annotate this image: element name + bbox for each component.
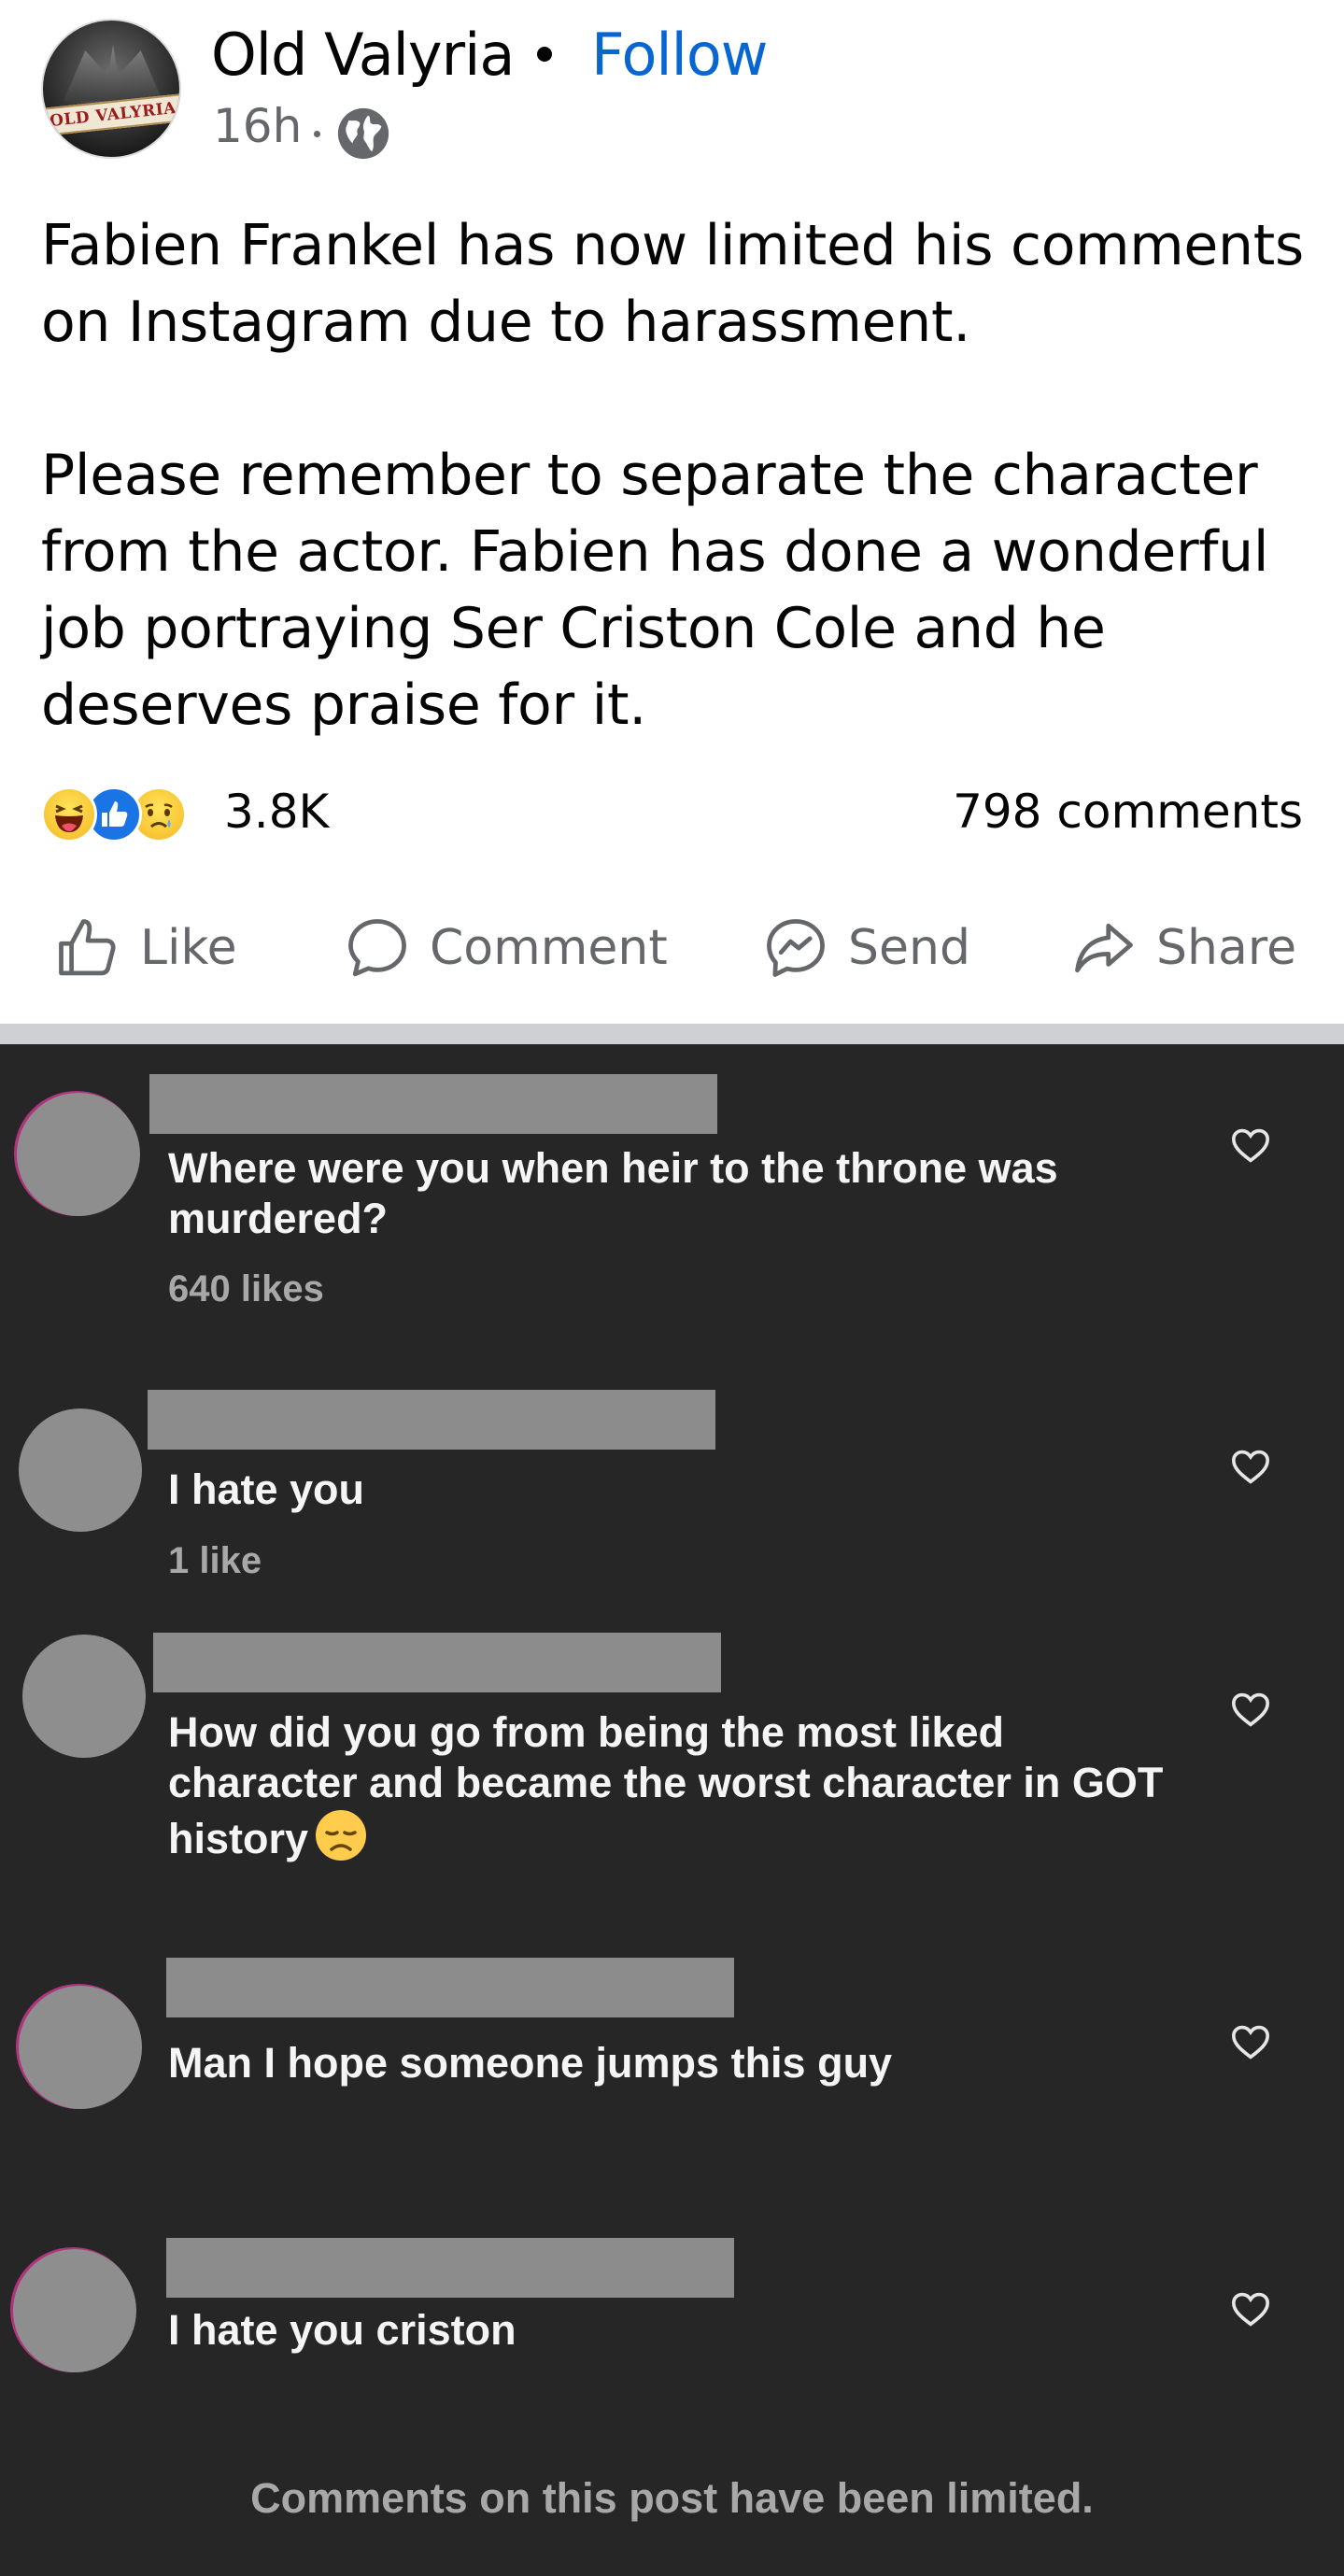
facebook-post: OLD VALYRIA Old Valyria Follow 16h Fabie… (0, 0, 1344, 1024)
follow-button[interactable]: Follow (591, 21, 768, 89)
share-label: Share (1156, 920, 1297, 976)
share-arrow-icon (1075, 923, 1133, 973)
instagram-comments-screenshot: Where were you when heir to the throne w… (0, 1044, 1344, 2576)
comment-text: I hate you criston (168, 2306, 516, 2354)
post-timestamp[interactable]: 16h (213, 99, 302, 153)
redacted-username (148, 1390, 715, 1450)
commenter-avatar[interactable] (19, 1408, 142, 1532)
comment-likes[interactable]: 640 likes (168, 1268, 324, 1310)
comment-bubble-icon (348, 919, 406, 977)
reaction-count[interactable]: 3.8K (224, 785, 329, 839)
page-name[interactable]: Old Valyria (211, 21, 515, 89)
heart-icon[interactable] (1230, 1126, 1271, 1164)
share-button[interactable]: Share (1068, 906, 1296, 990)
redacted-username (166, 1958, 734, 2017)
globe-icon (337, 107, 389, 160)
thumbs-up-icon (59, 919, 116, 976)
commenter-avatar[interactable] (19, 1986, 142, 2109)
comment-text: How did you go from being the most liked… (168, 1707, 1177, 1864)
avatar-logo-text: OLD VALYRIA (43, 93, 179, 136)
heart-icon[interactable] (1230, 2290, 1271, 2328)
send-button[interactable]: Send (760, 906, 970, 990)
timestamp-dot (314, 131, 320, 137)
like-button[interactable]: Like (52, 906, 237, 990)
redacted-username (166, 2238, 734, 2298)
comment-text: I hate you (168, 1465, 365, 1513)
comment-likes[interactable]: 1 like (168, 1540, 262, 1582)
post-action-bar: Like Comment Send Share (0, 906, 1344, 990)
redacted-username (149, 1074, 717, 1134)
comment-text: Man I hope someone jumps this guy (168, 2039, 893, 2087)
comment-label: Comment (430, 920, 668, 976)
post-body-text: Fabien Frankel has now limited his comme… (41, 213, 1304, 738)
messenger-icon (767, 919, 825, 977)
haha-reaction-icon (41, 786, 97, 842)
redacted-username (153, 1633, 721, 1692)
separator-dot (537, 47, 552, 62)
page-avatar[interactable]: OLD VALYRIA (41, 19, 181, 159)
like-label: Like (140, 920, 237, 976)
comment-text: Where were you when heir to the throne w… (168, 1144, 1058, 1242)
comments-limited-notice: Comments on this post have been limited. (250, 2474, 1094, 2522)
comment-count[interactable]: 798 comments (953, 785, 1303, 839)
heart-icon[interactable] (1230, 1691, 1271, 1728)
disappointed-face-emoji-icon (316, 1810, 367, 1861)
commenter-avatar[interactable] (17, 1093, 140, 1216)
heart-icon[interactable] (1230, 2023, 1271, 2060)
dragon-emblem-icon (64, 45, 163, 101)
comment-button[interactable]: Comment (342, 906, 668, 990)
section-divider (0, 1024, 1344, 1044)
reaction-icons[interactable] (41, 786, 187, 842)
heart-icon[interactable] (1230, 1448, 1271, 1485)
commenter-avatar[interactable] (22, 1635, 146, 1758)
send-label: Send (848, 920, 970, 976)
commenter-avatar[interactable] (13, 2249, 136, 2372)
